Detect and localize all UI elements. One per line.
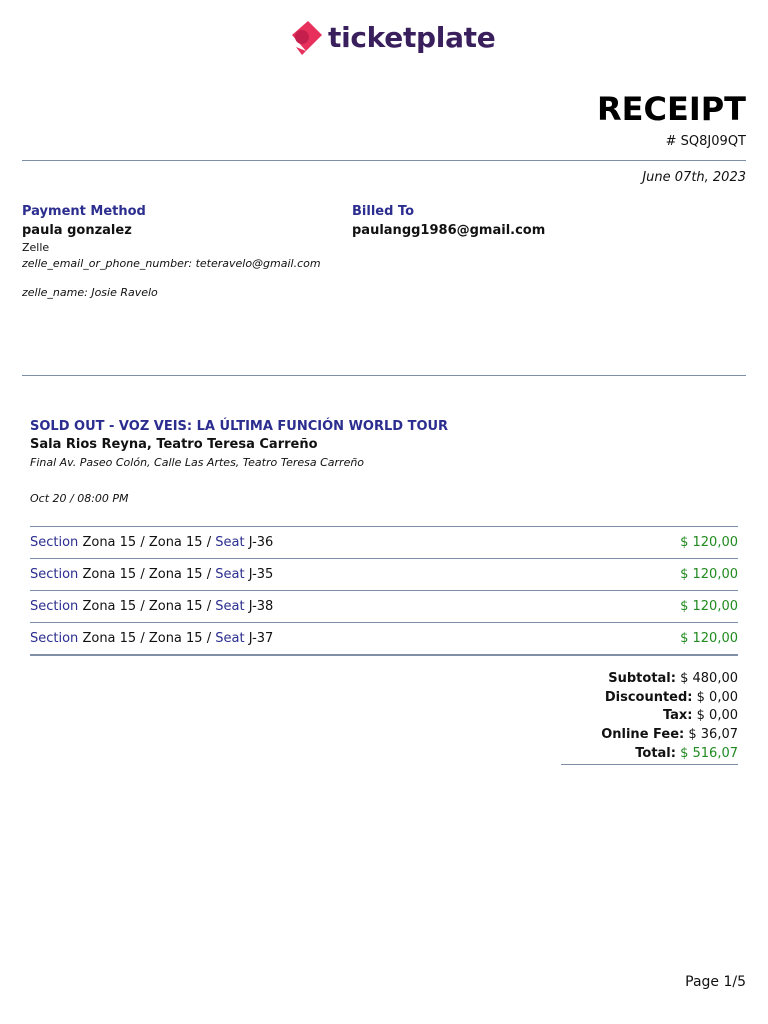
- seat-label: Seat: [215, 535, 245, 550]
- event-title: SOLD OUT - VOZ VEIS: LA ÚLTIMA FUNCIÓN W…: [30, 419, 449, 434]
- ticket-row: Section Zona 15 / Zona 15 / Seat J-38 $ …: [30, 590, 738, 622]
- fee-line: Online Fee: $ 36,07: [601, 726, 738, 745]
- tax-value: $ 0,00: [696, 708, 738, 724]
- seat-label: Seat: [215, 567, 245, 582]
- fee-label: Online Fee:: [601, 727, 685, 743]
- section-label: Section: [30, 599, 79, 614]
- seat-value: J-35: [248, 567, 274, 582]
- ticket-price: $ 120,00: [680, 631, 738, 646]
- ticket-seat-info: Section Zona 15 / Zona 15 / Seat J-36: [30, 535, 273, 550]
- ticket-list: Section Zona 15 / Zona 15 / Seat J-36 $ …: [30, 526, 738, 656]
- billed-to-email: paulangg1986@gmail.com: [352, 223, 546, 238]
- subtotal-label: Subtotal:: [608, 671, 676, 686]
- totals-divider: [561, 764, 738, 765]
- ticket-tag-icon: [292, 21, 322, 55]
- tax-label: Tax:: [662, 708, 693, 724]
- subtotal-value: $ 480,00: [680, 671, 738, 686]
- section-label: Section: [30, 567, 79, 582]
- discount-label: Discounted:: [604, 689, 693, 705]
- total-value: $ 516,07: [680, 745, 738, 761]
- brand-name: ticketplate: [328, 20, 496, 54]
- subtotal-line: Subtotal: $ 480,00: [601, 670, 738, 689]
- payment-method-name: Zelle: [22, 241, 50, 254]
- divider: [22, 160, 746, 161]
- totals-block: Subtotal: $ 480,00 Discounted: $ 0,00 Ta…: [601, 670, 738, 763]
- ticket-row: Section Zona 15 / Zona 15 / Seat J-35 $ …: [30, 558, 738, 590]
- receipt-title: RECEIPT: [596, 90, 746, 128]
- seat-label: Seat: [215, 631, 245, 646]
- seat-value: J-36: [248, 535, 274, 550]
- ticket-seat-info: Section Zona 15 / Zona 15 / Seat J-35: [30, 567, 273, 582]
- section-label: Section: [30, 631, 79, 646]
- event-datetime: Oct 20 / 08:00 PM: [30, 492, 129, 505]
- seat-value: J-37: [248, 631, 274, 646]
- total-line: Total: $ 516,07: [601, 745, 738, 764]
- ticket-price: $ 120,00: [680, 599, 738, 614]
- seat-label: Seat: [215, 599, 245, 614]
- billed-to-heading: Billed To: [352, 204, 414, 219]
- section-label: Section: [30, 535, 79, 550]
- receipt-number: # SQ8J09QT: [665, 134, 746, 149]
- seat-value: J-38: [248, 599, 274, 614]
- payment-method-heading: Payment Method: [22, 204, 146, 219]
- divider: [22, 375, 746, 376]
- ticket-price: $ 120,00: [680, 567, 738, 582]
- receipt-date: June 07th, 2023: [642, 170, 746, 185]
- ticket-price: $ 120,00: [680, 535, 738, 550]
- ticket-seat-info: Section Zona 15 / Zona 15 / Seat J-38: [30, 599, 273, 614]
- section-value: Zona 15 / Zona 15 /: [82, 535, 212, 550]
- fee-value: $ 36,07: [688, 727, 738, 743]
- page-number: Page 1/5: [685, 974, 746, 990]
- venue-address: Final Av. Paseo Colón, Calle Las Artes, …: [30, 456, 365, 469]
- payment-detail-name: zelle_name: Josie Ravelo: [22, 286, 158, 299]
- brand-logo: ticketplate: [286, 14, 496, 60]
- ticket-row: Section Zona 15 / Zona 15 / Seat J-37 $ …: [30, 622, 738, 656]
- payment-detail-email: zelle_email_or_phone_number: teteravelo@…: [22, 257, 321, 270]
- payer-name: paula gonzalez: [22, 223, 132, 238]
- ticket-row: Section Zona 15 / Zona 15 / Seat J-36 $ …: [30, 526, 738, 558]
- section-value: Zona 15 / Zona 15 /: [82, 631, 212, 646]
- section-value: Zona 15 / Zona 15 /: [82, 599, 212, 614]
- section-value: Zona 15 / Zona 15 /: [82, 567, 212, 582]
- ticket-seat-info: Section Zona 15 / Zona 15 / Seat J-37: [30, 631, 273, 646]
- discount-value: $ 0,00: [696, 689, 738, 705]
- venue-name: Sala Rios Reyna, Teatro Teresa Carreño: [30, 437, 318, 452]
- discount-line: Discounted: $ 0,00: [601, 689, 738, 708]
- total-label: Total:: [635, 745, 676, 761]
- tax-line: Tax: $ 0,00: [601, 707, 738, 726]
